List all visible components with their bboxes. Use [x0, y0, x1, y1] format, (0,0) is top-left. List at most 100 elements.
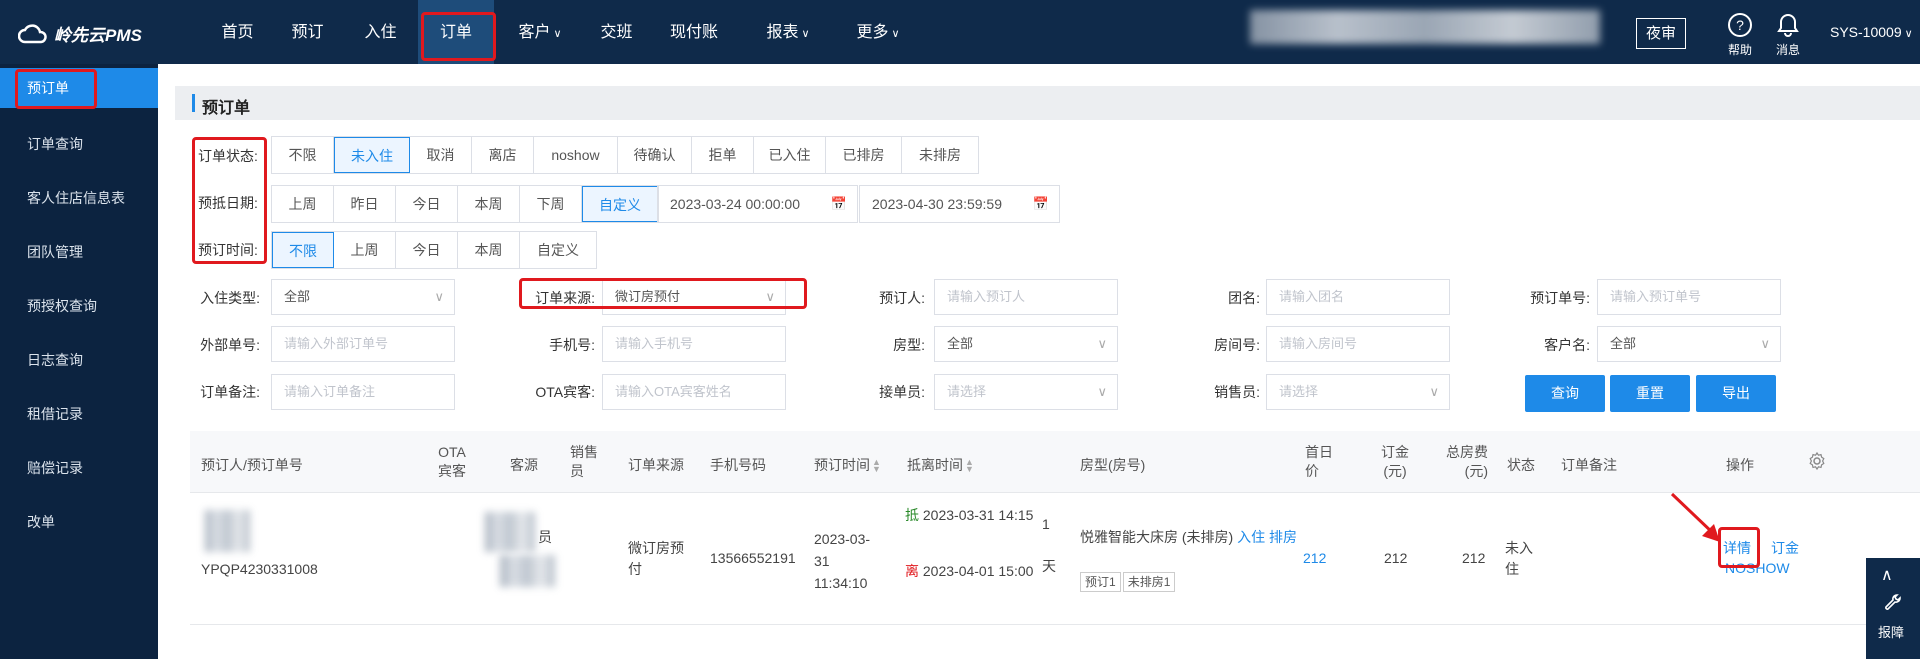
customer-name-select[interactable]: 全部 ∨	[1597, 326, 1781, 362]
checkin-type-value: 全部	[284, 289, 311, 304]
nav-cash-account[interactable]: 现付账	[664, 0, 724, 64]
th-room-type: 房型(房号)	[1080, 457, 1146, 473]
status-option[interactable]: 已排房	[826, 137, 902, 173]
customer-name-label: 客户名:	[1544, 337, 1590, 353]
sort-icon[interactable]: ▲ ▼	[965, 458, 974, 474]
checkin-link[interactable]: 入住	[1237, 529, 1265, 545]
sort-icon[interactable]: ▲ ▼	[872, 458, 881, 474]
sidebar-item-change-order[interactable]: 改单	[0, 502, 158, 542]
arrival-option[interactable]: 下周	[520, 186, 582, 222]
customer-name-value: 全部	[1610, 336, 1637, 351]
night-audit-button[interactable]: 夜审	[1636, 18, 1686, 49]
nav-booking[interactable]: 预订	[285, 0, 330, 64]
nav-home[interactable]: 首页	[215, 0, 260, 64]
external-no-input[interactable]: 请输入外部订单号	[271, 326, 455, 362]
arrival-option[interactable]: 本周	[458, 186, 520, 222]
booking-time-option[interactable]: 自定义	[520, 232, 596, 268]
order-remark-input[interactable]: 请输入订单备注	[271, 374, 455, 410]
message-button[interactable]: 消息	[1770, 12, 1806, 58]
status-option[interactable]: noshow	[534, 137, 618, 173]
page-title: 预订单	[202, 100, 251, 117]
receiver-select[interactable]: 请选择 ∨	[934, 374, 1118, 410]
salesperson-value: 员	[538, 529, 552, 545]
status-option[interactable]: 未排房	[902, 137, 978, 173]
arrival-option[interactable]: 上周	[272, 186, 334, 222]
salesperson-placeholder: 请选择	[1279, 384, 1319, 399]
group-name-input[interactable]: 请输入团名	[1266, 279, 1450, 315]
sidebar-item-compensation-records[interactable]: 赔偿记录	[0, 448, 158, 488]
status-option[interactable]: 拒单	[692, 137, 754, 173]
booker-input[interactable]: 请输入预订人	[934, 279, 1118, 315]
user-menu[interactable]: SYS-10009 ∨	[1830, 24, 1913, 40]
sidebar-item-preauth-query[interactable]: 预授权查询	[0, 286, 158, 326]
arrival-option-selected[interactable]: 自定义	[582, 186, 658, 222]
report-issue-button[interactable]: 报障	[1878, 622, 1904, 641]
th-arrive-leave[interactable]: 抵离时间 ▲ ▼	[907, 455, 974, 475]
status-option-selected[interactable]: 未入住	[334, 137, 410, 173]
nav-reports[interactable]: 报表 ∨	[753, 0, 823, 64]
page-header: 预订单	[175, 86, 1920, 120]
export-button[interactable]: 导出	[1696, 375, 1776, 412]
nav-shift[interactable]: 交班	[594, 0, 639, 64]
room-type-label: 房型:	[893, 337, 925, 353]
first-day-price-value[interactable]: 212	[1303, 550, 1326, 566]
reset-button[interactable]: 重置	[1610, 375, 1690, 412]
help-button[interactable]: ? 帮助	[1722, 12, 1758, 58]
phone-value: 13566552191	[710, 550, 796, 566]
ota-guest-input[interactable]: 请输入OTA宾客姓名	[602, 374, 786, 410]
receiver-placeholder: 请选择	[947, 384, 987, 399]
nav-checkin[interactable]: 入住	[358, 0, 403, 64]
nav-customers[interactable]: 客户 ∨	[505, 0, 575, 64]
message-label: 消息	[1775, 43, 1800, 57]
status-option[interactable]: 不限	[272, 137, 334, 173]
query-button[interactable]: 查询	[1525, 375, 1605, 412]
phone-input[interactable]: 请输入手机号	[602, 326, 786, 362]
sidebar-item-order-query[interactable]: 订单查询	[0, 124, 158, 164]
title-accent-bar	[192, 94, 195, 112]
brand-logo[interactable]: 岭先云PMS	[18, 21, 142, 46]
booking-time-filter: 不限 上周 今日 本周 自定义	[271, 231, 597, 269]
room-info: 悦雅智能大床房 (未排房) 入住 排房	[1080, 527, 1300, 547]
arrival-start-date-picker[interactable]: 2023-03-24 00:00:00 📅	[657, 185, 858, 223]
booking-no-input[interactable]: 请输入预订单号	[1597, 279, 1781, 315]
booker-label: 预订人:	[879, 290, 925, 306]
table-settings-button[interactable]	[1807, 451, 1827, 474]
calendar-icon: 📅	[1032, 196, 1049, 211]
th-booking-time[interactable]: 预订时间 ▲ ▼	[814, 455, 881, 475]
nav-more[interactable]: 更多 ∨	[843, 0, 913, 64]
salesperson-select[interactable]: 请选择 ∨	[1266, 374, 1450, 410]
arrival-option[interactable]: 昨日	[334, 186, 396, 222]
status-option[interactable]: 取消	[410, 137, 472, 173]
chevron-up-icon[interactable]: ∧	[1881, 565, 1893, 585]
chevron-down-icon: ∨	[553, 28, 562, 40]
th-status: 状态	[1507, 457, 1535, 473]
room-no-input[interactable]: 请输入房间号	[1266, 326, 1450, 362]
sidebar-item-group-management[interactable]: 团队管理	[0, 232, 158, 272]
receiver-label: 接单员:	[879, 384, 925, 400]
blurred-hotel-info	[1250, 10, 1600, 44]
sidebar-item-guest-info[interactable]: 客人住店信息表	[0, 178, 158, 218]
booking-time-option-selected[interactable]: 不限	[272, 232, 334, 268]
order-status-filter: 不限 未入住 取消 离店 noshow 待确认 拒单 已入住 已排房 未排房	[271, 136, 979, 174]
status-option[interactable]: 离店	[472, 137, 534, 173]
sidebar-item-rental-records[interactable]: 租借记录	[0, 394, 158, 434]
arrival-end-date-picker[interactable]: 2023-04-30 23:59:59 📅	[859, 185, 1060, 223]
deposit-link[interactable]: 订金	[1771, 538, 1799, 558]
checkin-type-select[interactable]: 全部 ∨	[271, 279, 455, 315]
booking-time-option[interactable]: 今日	[396, 232, 458, 268]
status-option[interactable]: 已入住	[754, 137, 826, 173]
room-type-select[interactable]: 全部 ∨	[934, 326, 1118, 362]
chevron-down-icon: ∨	[801, 28, 810, 40]
th-guest-source: 客源	[510, 457, 538, 473]
booking-time-option[interactable]: 上周	[334, 232, 396, 268]
chevron-down-icon: ∨	[1097, 336, 1107, 351]
arrival-option[interactable]: 今日	[396, 186, 458, 222]
assign-room-link[interactable]: 排房	[1269, 529, 1297, 545]
sidebar-item-log-query[interactable]: 日志查询	[0, 340, 158, 380]
status-option[interactable]: 待确认	[618, 137, 692, 173]
th-ota-guest: OTA宾客	[438, 444, 466, 479]
chevron-down-icon: ∨	[434, 289, 444, 304]
booking-time-option[interactable]: 本周	[458, 232, 520, 268]
chevron-down-icon: ∨	[1904, 28, 1913, 40]
th-booker: 预订人/预订单号	[201, 457, 303, 473]
